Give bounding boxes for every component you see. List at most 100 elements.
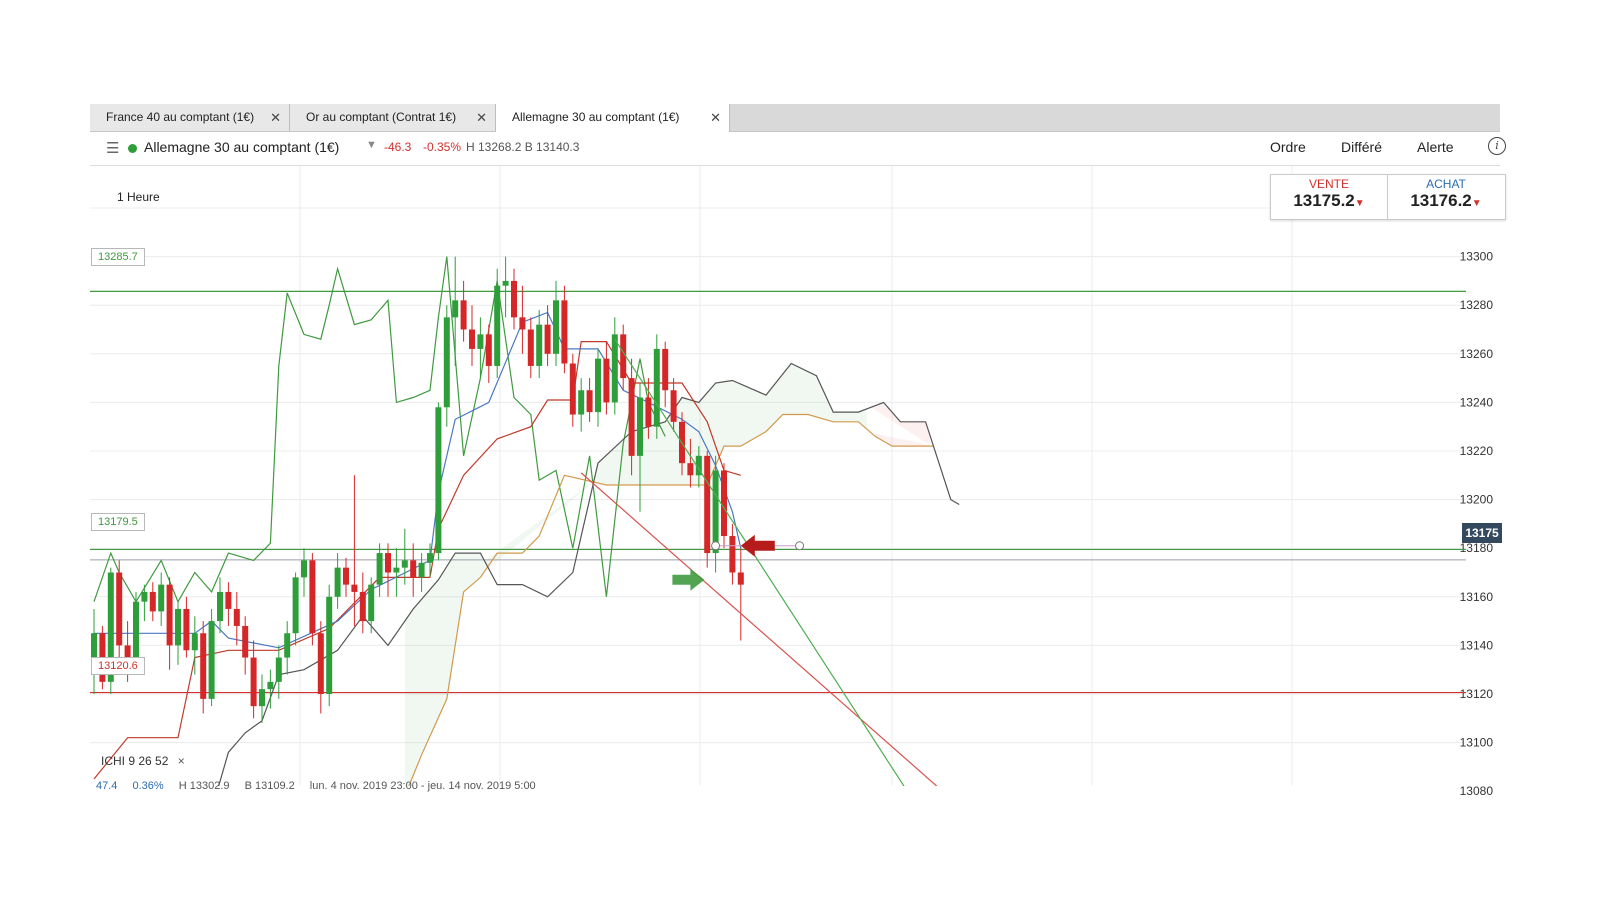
- candle-body: [225, 591, 232, 609]
- candle-body: [410, 560, 417, 578]
- trading-platform: France 40 au comptant (1€) ✕ Or au compt…: [0, 0, 1600, 900]
- candle-body: [301, 560, 307, 578]
- candle-body: [435, 407, 442, 554]
- candle-body: [452, 300, 459, 318]
- candle-body: [149, 591, 156, 612]
- candle-body: [376, 553, 383, 585]
- market-open-indicator: [128, 144, 137, 153]
- candle-body: [292, 577, 299, 634]
- status-high: H 13302.9: [178, 780, 230, 792]
- candle-body: [544, 324, 551, 354]
- candle-body: [191, 633, 198, 651]
- tab-allemagne-30[interactable]: Allemagne 30 au comptant (1€) ✕: [496, 104, 730, 132]
- info-icon[interactable]: i: [1488, 137, 1506, 155]
- candle-body: [637, 397, 643, 456]
- level-tag-lower[interactable]: 13120.6: [91, 657, 145, 675]
- y-tick-label: 13180: [1460, 541, 1494, 555]
- candle-body: [166, 584, 173, 646]
- candle-body: [233, 608, 240, 626]
- drawn-line-handle: [711, 541, 721, 551]
- candle-body: [561, 300, 568, 364]
- candle-body: [141, 591, 148, 602]
- candle-body: [351, 584, 358, 592]
- instrument-name[interactable]: Allemagne 30 au comptant (1€): [144, 139, 339, 155]
- candle-body: [494, 285, 501, 366]
- candle-body: [645, 397, 652, 427]
- buy-price: 13176.2▼: [1410, 191, 1482, 210]
- indicator-params: 9 26 52: [128, 754, 169, 768]
- close-icon[interactable]: ✕: [476, 104, 487, 131]
- candle-body: [578, 390, 585, 415]
- candle-body: [284, 633, 291, 658]
- trendline-red: [580, 472, 938, 786]
- status-percent: 0.36%: [132, 780, 164, 792]
- status-value: 47.4: [96, 780, 118, 792]
- menu-icon[interactable]: ☰: [106, 139, 119, 157]
- y-tick-label: 13140: [1460, 638, 1494, 652]
- candle-body: [334, 567, 341, 597]
- level-tag-middle[interactable]: 13179.5: [91, 513, 145, 531]
- status-line: 47.4 0.36% H 13302.9 B 13109.2 lun. 4 no…: [96, 780, 576, 792]
- y-tick-label: 13300: [1460, 250, 1494, 264]
- candle-body: [527, 329, 534, 366]
- candle-body: [217, 591, 223, 622]
- y-tick-label: 13280: [1460, 298, 1494, 312]
- status-range: lun. 4 nov. 2019 23:00 - jeu. 14 nov. 20…: [309, 780, 536, 792]
- tab-label: France 40 au comptant (1€): [106, 110, 255, 124]
- down-arrow-icon: ▼: [1354, 198, 1365, 209]
- candle-body: [460, 300, 467, 330]
- candle-body: [242, 625, 249, 658]
- candle-body: [175, 608, 181, 646]
- chevron-down-icon[interactable]: ▼: [366, 139, 377, 151]
- senkou-span-a-line: [218, 362, 960, 786]
- candle-body: [267, 681, 274, 690]
- y-tick-label: 13240: [1460, 395, 1494, 409]
- candle-body: [721, 470, 727, 537]
- red-arrow-marker: [740, 534, 775, 557]
- candle-body: [485, 334, 492, 366]
- level-tag-upper[interactable]: 13285.7: [91, 248, 145, 266]
- sell-button[interactable]: VENTE 13175.2▼: [1271, 175, 1388, 219]
- candle-body: [158, 584, 165, 612]
- y-tick-label: 13080: [1460, 784, 1494, 798]
- candle-body: [737, 572, 744, 585]
- close-icon[interactable]: ✕: [710, 104, 721, 131]
- close-icon[interactable]: ×: [178, 754, 185, 768]
- candle-body: [553, 300, 559, 354]
- deferred-order-button[interactable]: Différé: [1341, 139, 1382, 155]
- timeframe-label[interactable]: 1 Heure: [117, 190, 160, 204]
- candle-body: [611, 334, 618, 403]
- candle-body: [603, 358, 610, 403]
- close-icon[interactable]: ✕: [270, 104, 281, 131]
- candle-body: [183, 608, 190, 651]
- candle-body: [595, 358, 601, 413]
- candle-body: [443, 317, 450, 408]
- price-change: -46.3: [384, 140, 412, 154]
- candle-body: [317, 633, 324, 694]
- candle-body: [259, 689, 265, 707]
- candle-body: [502, 280, 509, 286]
- buy-label: ACHAT: [1426, 177, 1466, 191]
- sell-price: 13175.2▼: [1293, 191, 1365, 210]
- instrument-header: ☰ Allemagne 30 au comptant (1€) ▼ -46.3 …: [90, 132, 1506, 166]
- candle-body: [427, 553, 433, 563]
- candle-body: [704, 455, 711, 554]
- y-tick-label: 13160: [1460, 590, 1494, 604]
- candle-body: [133, 601, 139, 665]
- tab-label: Allemagne 30 au comptant (1€): [512, 110, 680, 124]
- tab-france-40[interactable]: France 40 au comptant (1€) ✕: [90, 104, 290, 131]
- alert-button[interactable]: Alerte: [1417, 139, 1454, 155]
- tab-or[interactable]: Or au comptant (Contrat 1€) ✕: [290, 104, 496, 131]
- candle-body: [586, 390, 593, 413]
- candle-body: [385, 553, 391, 573]
- candle-body: [250, 657, 257, 707]
- high-low: H 13268.2 B 13140.3: [466, 140, 580, 154]
- candle-body: [275, 657, 282, 682]
- order-button[interactable]: Ordre: [1270, 139, 1306, 155]
- cloud-bullish: [404, 363, 867, 786]
- candle-body: [519, 317, 526, 330]
- buy-button[interactable]: ACHAT 13176.2▼: [1388, 175, 1504, 219]
- indicator-name: ICHI: [101, 754, 125, 768]
- candle-body: [687, 463, 694, 476]
- candle-body: [628, 378, 635, 456]
